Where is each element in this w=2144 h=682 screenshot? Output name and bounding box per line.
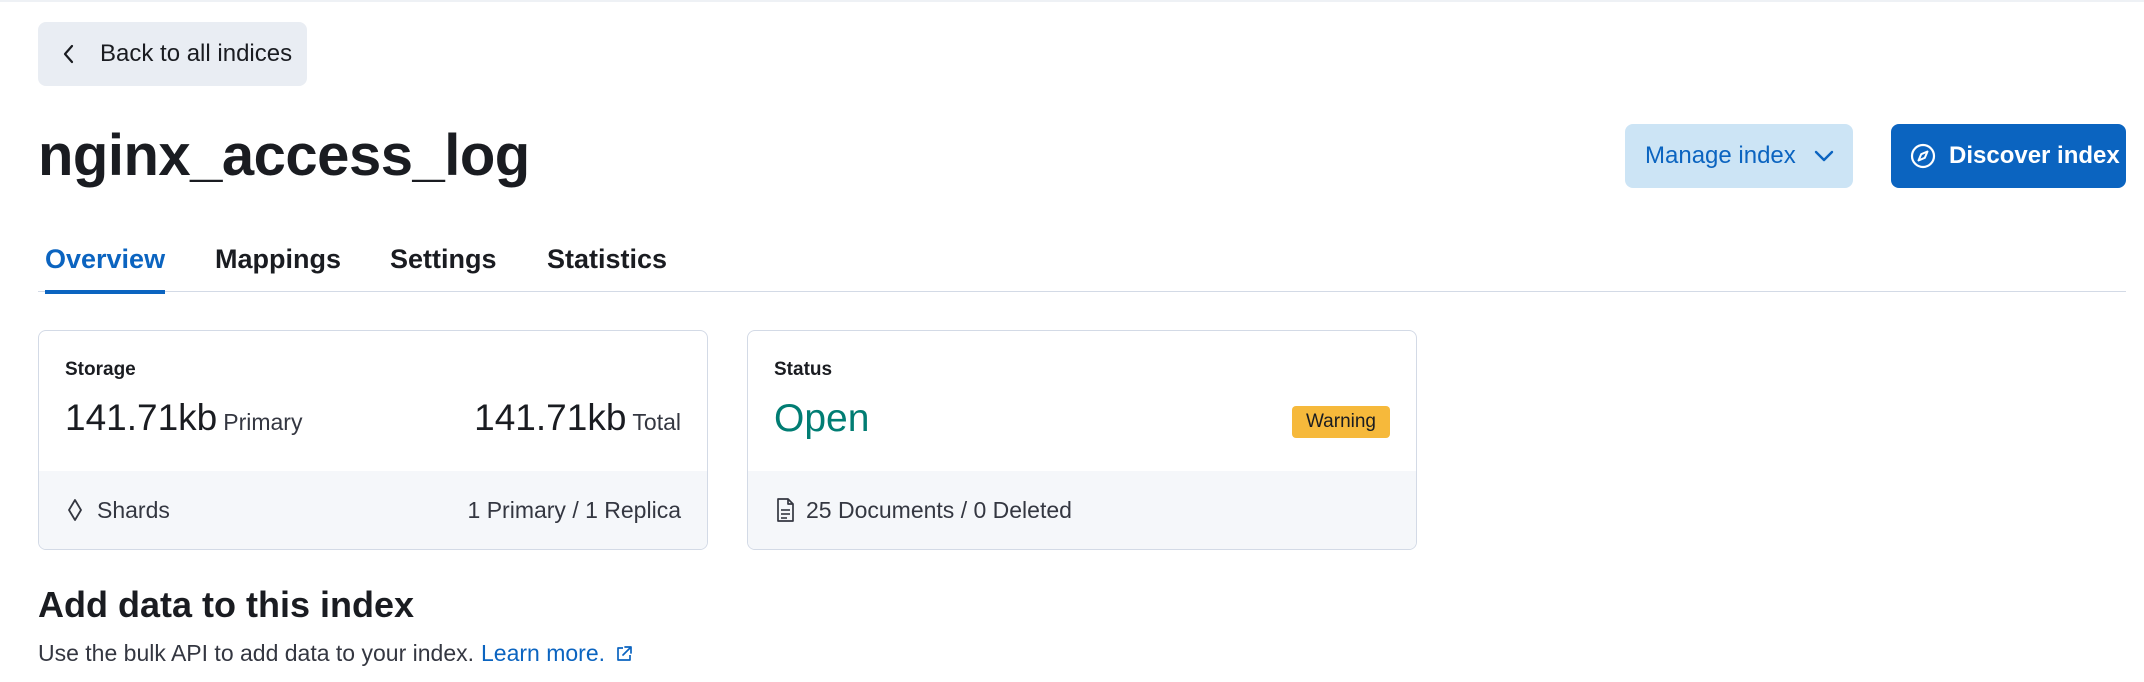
warning-badge: Warning <box>1291 406 1390 438</box>
manage-index-button[interactable]: Manage index <box>1625 124 1853 188</box>
tab-statistics[interactable]: Statistics <box>547 230 667 292</box>
tab-settings[interactable]: Settings <box>390 230 497 292</box>
storage-primary-value: 141.71kb <box>65 397 218 438</box>
page-title: nginx_access_log <box>38 123 530 188</box>
chevron-down-icon <box>1812 146 1836 166</box>
storage-total-unit: Total <box>632 409 681 435</box>
learn-more-link[interactable]: Learn more. <box>481 640 633 667</box>
back-button-label: Back to all indices <box>100 40 293 67</box>
discover-index-label: Discover index <box>1949 142 2120 169</box>
back-to-indices-button[interactable]: Back to all indices <box>38 22 307 86</box>
learn-more-label: Learn more. <box>481 640 606 666</box>
add-data-title: Add data to this index <box>38 584 415 625</box>
shards-icon <box>65 497 85 523</box>
add-data-description: Use the bulk API to add data to your ind… <box>38 640 633 667</box>
manage-index-label: Manage index <box>1645 142 1796 169</box>
status-value: Open <box>774 397 870 440</box>
storage-total-value: 141.71kb <box>474 397 627 438</box>
documents-icon <box>774 497 796 523</box>
shards-label: Shards <box>97 496 170 523</box>
storage-total: 141.71kb Total <box>474 397 681 439</box>
storage-label: Storage <box>65 359 136 380</box>
storage-primary-unit: Primary <box>223 409 303 435</box>
shards-value: 1 Primary / 1 Replica <box>467 496 681 523</box>
tab-overview[interactable]: Overview <box>45 230 166 294</box>
compass-icon <box>1909 142 1937 170</box>
storage-card-footer: Shards 1 Primary / 1 Replica <box>39 471 707 549</box>
tab-mappings[interactable]: Mappings <box>215 230 341 292</box>
status-label: Status <box>774 359 833 380</box>
top-divider <box>0 0 2144 2</box>
discover-index-button[interactable]: Discover index <box>1891 124 2126 188</box>
add-data-text: Use the bulk API to add data to your ind… <box>38 640 475 666</box>
storage-card: Storage 141.71kb Primary 141.71kb Total Sh… <box>38 330 708 550</box>
documents-count: 25 Documents / 0 Deleted <box>806 496 1072 523</box>
tab-bar: Overview Mappings Settings Statistics <box>38 230 2126 294</box>
chevron-left-icon <box>60 43 78 65</box>
status-card: Status Open Warning 25 Documents / 0 Del… <box>747 330 1417 550</box>
storage-primary: 141.71kb Primary <box>65 397 302 439</box>
status-card-footer: 25 Documents / 0 Deleted <box>748 471 1416 549</box>
external-link-icon <box>615 645 633 663</box>
